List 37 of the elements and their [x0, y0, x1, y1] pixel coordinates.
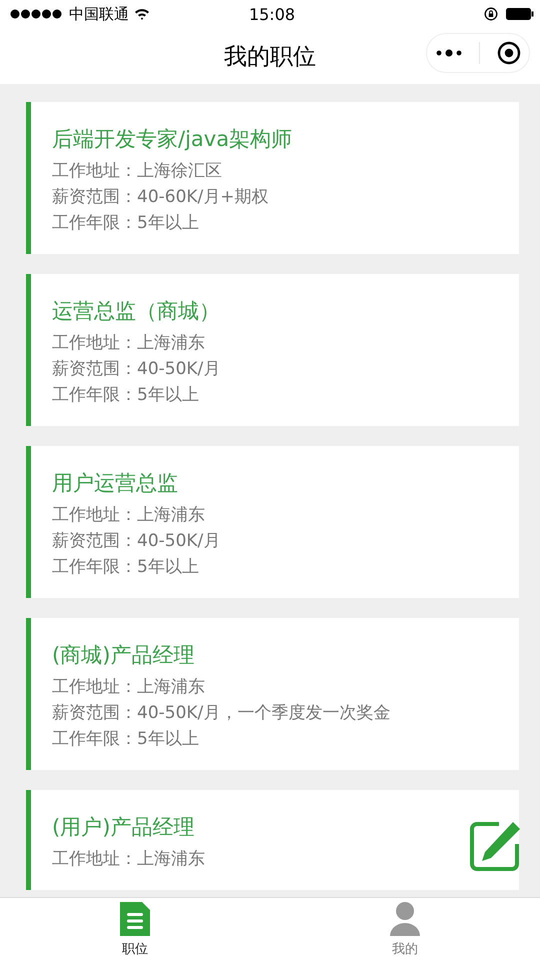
job-title: 后端开发专家/java架构师 [52, 126, 294, 153]
battery-icon [506, 8, 534, 20]
job-card[interactable]: (商城)产品经理 工作地址：上海浦东 薪资范围：40-50K/月，一个季度发一次奖金 工作年限：5年以上 [26, 618, 519, 770]
page-title: 我的职位 [224, 42, 316, 72]
job-detail: 薪资范围：40-50K/月，一个季度发一次奖金 [52, 702, 392, 725]
job-detail: 工作年限：5年以上 [52, 212, 200, 235]
document-icon [118, 900, 152, 938]
job-detail: 工作地址：上海浦东 [52, 332, 206, 355]
edit-icon [469, 820, 521, 872]
job-detail: 薪资范围：40-60K/月+期权 [52, 186, 270, 209]
job-detail: 薪资范围：40-50K/月 [52, 530, 222, 553]
edit-button[interactable] [468, 820, 522, 874]
job-card[interactable]: (用户)产品经理 工作地址：上海浦东 [26, 790, 519, 890]
tab-item[interactable]: 我的 [270, 898, 540, 960]
status-time: 15:08 [248, 4, 296, 24]
job-title: 用户运营总监 [52, 470, 179, 497]
job-card[interactable]: 用户运营总监 工作地址：上海浦东 薪资范围：40-50K/月 工作年限：5年以上 [26, 446, 519, 598]
job-title: (用户)产品经理 [52, 814, 196, 841]
tab-item[interactable]: 职位 [0, 898, 270, 960]
rotation-lock-icon [484, 7, 498, 21]
job-detail: 工作地址：上海浦东 [52, 848, 206, 871]
job-detail: 工作地址：上海浦东 [52, 504, 206, 527]
job-title: (商城)产品经理 [52, 642, 196, 669]
job-detail: 工作年限：5年以上 [52, 556, 200, 579]
job-detail: 工作地址：上海浦东 [52, 676, 206, 699]
job-card[interactable]: 后端开发专家/java架构师 工作地址：上海徐汇区 薪资范围：40-60K/月+期权 工作年限：5年以上 [26, 102, 519, 254]
signal-icon [10, 9, 64, 19]
person-icon [388, 900, 422, 938]
wifi-icon [134, 8, 150, 20]
job-title: 运营总监（商城） [52, 298, 221, 325]
job-detail: 工作地址：上海徐汇区 [52, 160, 223, 183]
job-detail: 薪资范围：40-50K/月 [52, 358, 222, 381]
job-detail: 工作年限：5年以上 [52, 728, 200, 751]
more-icon[interactable] [436, 49, 462, 57]
carrier-name: 中国联通 [69, 4, 129, 24]
job-detail: 工作年限：5年以上 [52, 384, 200, 407]
job-card[interactable]: 运营总监（商城） 工作地址：上海浦东 薪资范围：40-50K/月 工作年限：5年以上 [26, 274, 519, 426]
